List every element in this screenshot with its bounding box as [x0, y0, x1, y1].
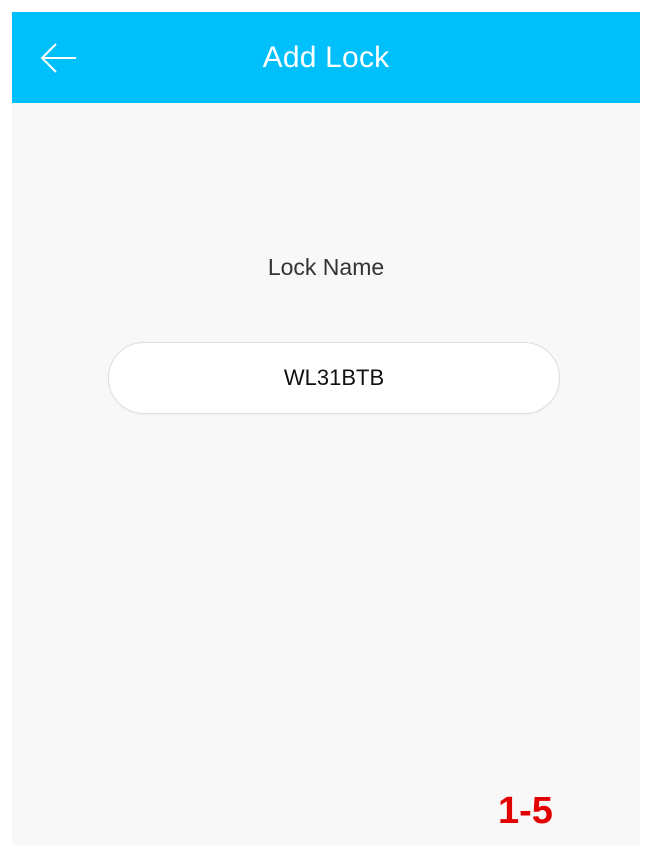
app-header: Add Lock [12, 12, 640, 103]
lock-name-label: Lock Name [267, 254, 385, 280]
page-title: Add Lock [262, 41, 390, 74]
add-lock-screen: Add Lock Lock Name 1-5 [12, 12, 640, 845]
lock-name-input[interactable] [108, 342, 560, 414]
step-annotation: 1-5 [498, 790, 553, 832]
